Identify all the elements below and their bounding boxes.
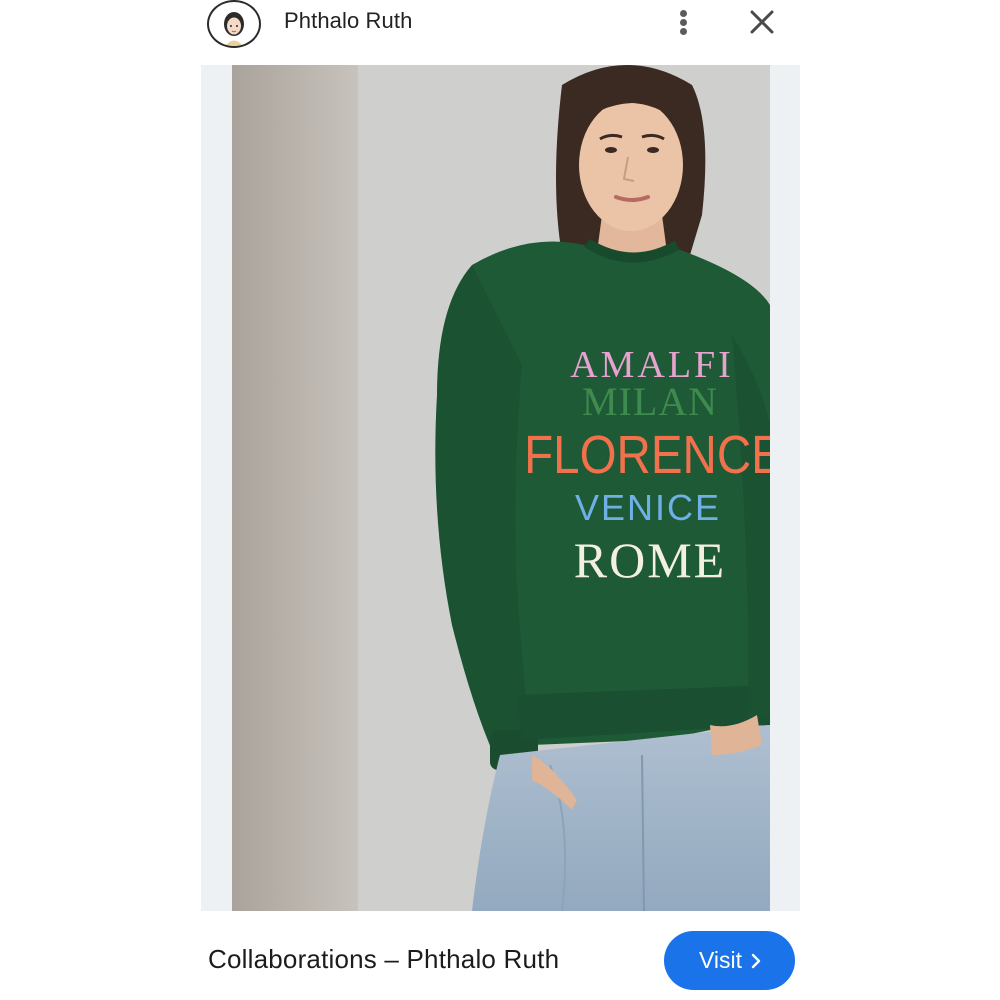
product-photo[interactable]: AMALFI MILAN FLORENCE VENICE ROME [232, 65, 770, 911]
pin-caption: Collaborations – Phthalo Ruth [208, 944, 560, 974]
more-vertical-icon [680, 10, 687, 17]
pin-header: Phthalo Ruth [0, 0, 1000, 56]
shirt-text-venice: VENICE [575, 487, 721, 528]
avatar[interactable] [207, 0, 261, 48]
pin-closeup-screen: Phthalo Ruth AMALFI MILAN FLORENCE VENIC… [0, 0, 1000, 1000]
pin-image-frame: AMALFI MILAN FLORENCE VENICE ROME [201, 65, 800, 911]
close-icon [750, 10, 774, 34]
shirt-text-milan: MILAN [582, 379, 718, 424]
close-button[interactable] [746, 6, 778, 38]
visit-button[interactable]: Visit [664, 931, 795, 990]
account-name[interactable]: Phthalo Ruth [284, 8, 412, 34]
illustrated-woman-avatar-icon [224, 12, 244, 46]
shirt-text-rome: ROME [574, 532, 726, 588]
more-options-button[interactable] [670, 4, 698, 40]
more-vertical-icon [680, 19, 687, 26]
chevron-right-icon [751, 953, 761, 968]
visit-label: Visit [698, 947, 743, 973]
shirt-text-florence: FLORENCE [524, 424, 770, 485]
more-vertical-icon [680, 28, 687, 35]
